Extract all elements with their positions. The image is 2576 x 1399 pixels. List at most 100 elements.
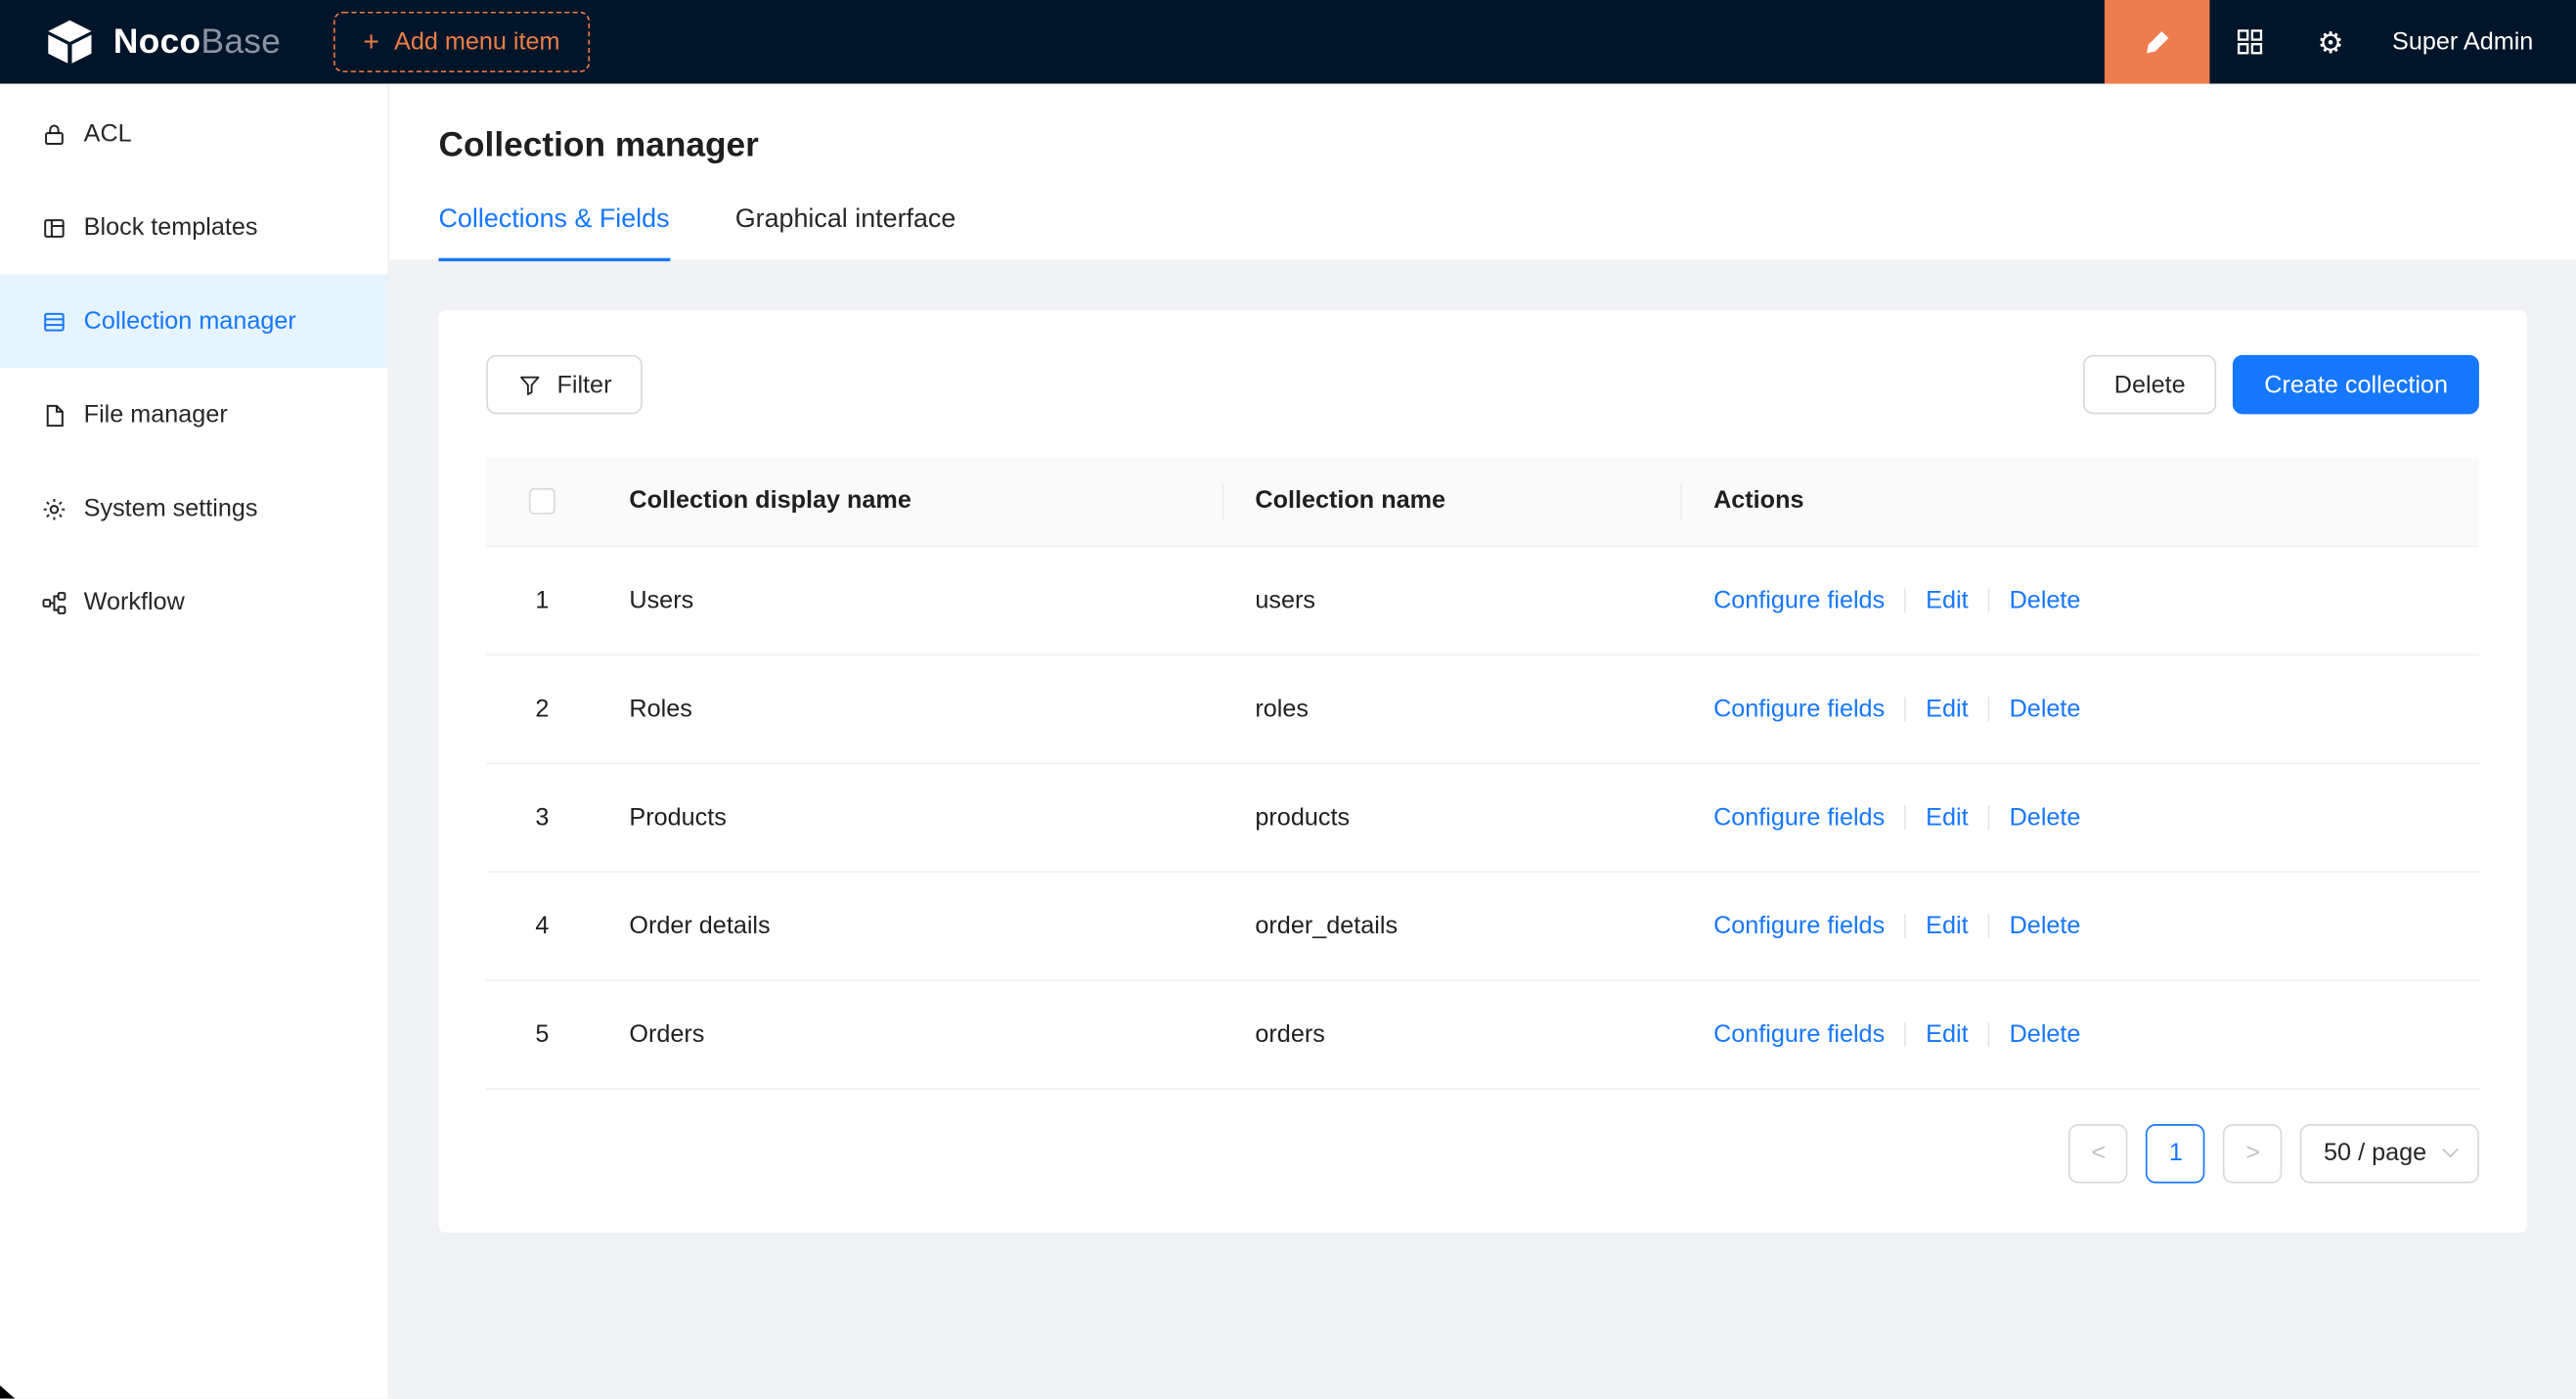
row-index: 3 bbox=[486, 762, 598, 871]
cursor-artifact bbox=[0, 1385, 15, 1398]
plus-icon: + bbox=[363, 28, 379, 57]
pagination: < 1 > 50 / page bbox=[486, 1123, 2479, 1182]
app-window: NocoBase + Add menu item bbox=[0, 0, 2576, 1399]
cell-actions: Configure fields Edit Delete bbox=[1682, 654, 2479, 763]
chevron-left-icon: < bbox=[2092, 1139, 2107, 1167]
cell-display-name: Users bbox=[598, 546, 1223, 654]
tab-graphical-interface[interactable]: Graphical interface bbox=[735, 205, 956, 259]
add-menu-item-button[interactable]: + Add menu item bbox=[333, 12, 590, 72]
filter-button-label: Filter bbox=[556, 371, 611, 399]
ui-editor-highlighter-icon bbox=[2144, 28, 2172, 57]
table-row: 5 Orders orders Configure fields Edit bbox=[486, 979, 2479, 1088]
edit-link[interactable]: Edit bbox=[1926, 911, 1968, 939]
lock-icon bbox=[41, 120, 67, 147]
nocobase-logo[interactable]: NocoBase bbox=[43, 18, 282, 66]
configure-fields-link[interactable]: Configure fields bbox=[1713, 586, 1885, 614]
filter-button[interactable]: Filter bbox=[486, 355, 643, 414]
cell-name: users bbox=[1223, 546, 1682, 654]
configure-fields-link[interactable]: Configure fields bbox=[1713, 1019, 1885, 1048]
row-actions: Configure fields Edit Delete bbox=[1713, 695, 2479, 723]
table-row: 4 Order details order_details Configure … bbox=[486, 871, 2479, 979]
delete-link[interactable]: Delete bbox=[2010, 1019, 2081, 1048]
select-all-header-cell bbox=[486, 457, 598, 546]
page-title: Collection manager bbox=[439, 126, 2527, 165]
brand-name-light: Base bbox=[200, 23, 281, 61]
pagination-page-1[interactable]: 1 bbox=[2147, 1123, 2205, 1182]
cell-actions: Configure fields Edit Delete bbox=[1682, 979, 2479, 1088]
action-divider bbox=[1988, 1021, 1990, 1046]
edit-link[interactable]: Edit bbox=[1926, 803, 1968, 832]
delete-link[interactable]: Delete bbox=[2010, 586, 2081, 614]
cell-name: products bbox=[1223, 762, 1682, 871]
gear-icon bbox=[41, 495, 67, 521]
gear-icon: ⚙ bbox=[2317, 27, 2343, 57]
topbar-right-cluster: ⚙ Super Admin bbox=[2105, 0, 2576, 84]
sidebar-item-label: File manager bbox=[84, 401, 228, 429]
page-size-value: 50 / page bbox=[2324, 1139, 2426, 1167]
sidebar-item-label: Block templates bbox=[84, 213, 258, 242]
table-row: 3 Products products Configure fields Edi… bbox=[486, 762, 2479, 871]
file-icon bbox=[41, 402, 67, 429]
content-area: Collection manager Collections & Fields … bbox=[389, 84, 2576, 1399]
pagination-next-button[interactable]: > bbox=[2224, 1123, 2283, 1182]
create-collection-button[interactable]: Create collection bbox=[2233, 355, 2479, 414]
collection-table-icon bbox=[41, 308, 67, 335]
row-index: 5 bbox=[486, 979, 598, 1088]
edit-link[interactable]: Edit bbox=[1926, 695, 1968, 723]
sidebar-item-collection-manager[interactable]: Collection manager bbox=[0, 275, 387, 369]
cell-name: orders bbox=[1223, 979, 1682, 1088]
settings-gear-button[interactable]: ⚙ bbox=[2290, 0, 2371, 84]
cell-display-name: Products bbox=[598, 762, 1223, 871]
sidebar-item-acl[interactable]: ACL bbox=[0, 87, 387, 181]
action-divider bbox=[1904, 913, 1906, 937]
workflow-branch-icon bbox=[41, 589, 67, 615]
delete-link[interactable]: Delete bbox=[2010, 803, 2081, 832]
content-body: Filter Delete Create collection bbox=[389, 261, 2576, 1398]
action-divider bbox=[1904, 804, 1906, 829]
brand-name-bold: Noco bbox=[113, 23, 201, 61]
tab-bar: Collections & Fields Graphical interface bbox=[389, 205, 2576, 261]
cell-actions: Configure fields Edit Delete bbox=[1682, 546, 2479, 654]
select-all-checkbox[interactable] bbox=[529, 487, 555, 514]
table-row: 1 Users users Configure fields Edit bbox=[486, 546, 2479, 654]
apps-grid-button[interactable] bbox=[2210, 0, 2290, 84]
tab-collections-and-fields[interactable]: Collections & Fields bbox=[439, 205, 670, 259]
main-row: ACL Block templates bbox=[0, 84, 2576, 1399]
ui-editor-toggle-button[interactable] bbox=[2105, 0, 2210, 84]
row-actions: Configure fields Edit Delete bbox=[1713, 586, 2479, 614]
action-divider bbox=[1904, 696, 1906, 720]
action-divider bbox=[1904, 1021, 1906, 1046]
page-header: Collection manager Collections & Fields … bbox=[389, 84, 2576, 261]
brand-name: NocoBase bbox=[113, 23, 281, 62]
cell-name: order_details bbox=[1223, 871, 1682, 979]
column-header-display-name: Collection display name bbox=[598, 457, 1223, 546]
collections-table: Collection display name Collection name … bbox=[486, 457, 2479, 1089]
pagination-prev-button[interactable]: < bbox=[2069, 1123, 2128, 1182]
delete-link[interactable]: Delete bbox=[2010, 695, 2081, 723]
settings-sidebar: ACL Block templates bbox=[0, 84, 389, 1399]
layout-icon bbox=[41, 214, 67, 241]
sidebar-item-label: ACL bbox=[84, 120, 132, 149]
top-navbar: NocoBase + Add menu item bbox=[0, 0, 2576, 84]
column-header-actions: Actions bbox=[1682, 457, 2479, 546]
configure-fields-link[interactable]: Configure fields bbox=[1713, 911, 1885, 939]
sidebar-item-workflow[interactable]: Workflow bbox=[0, 556, 387, 650]
sidebar-item-file-manager[interactable]: File manager bbox=[0, 368, 387, 462]
configure-fields-link[interactable]: Configure fields bbox=[1713, 803, 1885, 832]
table-row: 2 Roles roles Configure fields Edit bbox=[486, 654, 2479, 763]
action-divider bbox=[1904, 588, 1906, 612]
page-size-select[interactable]: 50 / page bbox=[2301, 1123, 2479, 1182]
current-user-menu[interactable]: Super Admin bbox=[2371, 28, 2576, 57]
delete-button[interactable]: Delete bbox=[2083, 355, 2217, 414]
edit-link[interactable]: Edit bbox=[1926, 1019, 1968, 1048]
delete-link[interactable]: Delete bbox=[2010, 911, 2081, 939]
configure-fields-link[interactable]: Configure fields bbox=[1713, 695, 1885, 723]
row-actions: Configure fields Edit Delete bbox=[1713, 803, 2479, 832]
collections-card: Filter Delete Create collection bbox=[439, 310, 2527, 1232]
sidebar-item-system-settings[interactable]: System settings bbox=[0, 462, 387, 556]
cell-actions: Configure fields Edit Delete bbox=[1682, 871, 2479, 979]
edit-link[interactable]: Edit bbox=[1926, 586, 1968, 614]
row-actions: Configure fields Edit Delete bbox=[1713, 1019, 2479, 1048]
sidebar-item-block-templates[interactable]: Block templates bbox=[0, 181, 387, 275]
sidebar-item-label: System settings bbox=[84, 495, 258, 523]
